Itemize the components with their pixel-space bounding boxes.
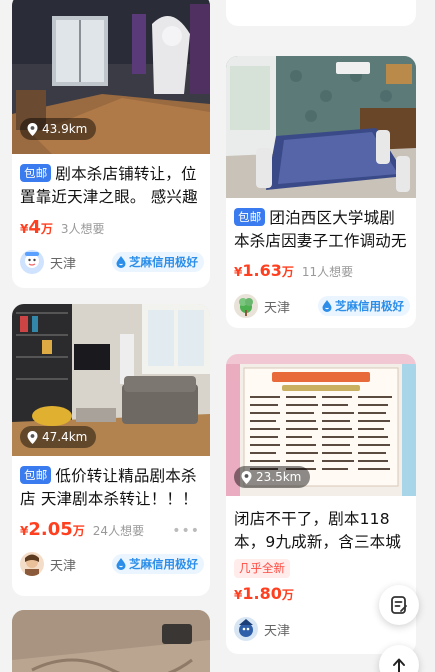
listing-photo: 23.5km xyxy=(226,354,416,496)
listing-card[interactable]: 包邮团泊西区大学城剧本杀店因妻子工作调动无法 ¥1.63万 11人想要 天津 芝… xyxy=(226,56,416,328)
price-unit: 万 xyxy=(281,265,294,279)
avatar[interactable] xyxy=(234,294,258,318)
wants-count: 11人想要 xyxy=(301,265,354,279)
zhima-credit-icon xyxy=(322,300,332,312)
price-unit: 万 xyxy=(72,524,85,538)
distance-text: 47.4km xyxy=(42,430,88,444)
credit-text: 芝麻信用极好 xyxy=(129,255,198,269)
seller-city: 天津 xyxy=(264,623,291,639)
more-options-icon[interactable]: ••• xyxy=(172,523,200,539)
listing-photo: 47.4km xyxy=(12,304,210,456)
zhima-credit-icon xyxy=(116,558,126,570)
listing-title: 包邮 低价转让精品剧本杀店 天津剧本杀转让！！！ xyxy=(12,465,210,511)
feedback-edit-button[interactable] xyxy=(379,585,419,625)
distance-text: 43.9km xyxy=(42,122,88,136)
listing-photo xyxy=(226,56,416,198)
location-pin-icon xyxy=(27,122,38,136)
listing-card[interactable]: 43.9km 包邮 剧本杀店铺转让，位置靠近天津之眼。 感兴趣 ¥4 万 3人想要 … xyxy=(12,0,210,288)
price-value: 1.63 xyxy=(242,261,282,280)
listing-photo xyxy=(12,610,210,672)
price-row: ¥4 万 3人想要 xyxy=(12,217,210,239)
price-row: ¥2.05 万 24人想要 ••• xyxy=(12,519,210,541)
listing-card[interactable] xyxy=(12,610,210,672)
credit-badge: 芝麻信用极好 xyxy=(112,252,204,272)
currency-symbol: ¥ xyxy=(234,588,243,602)
listing-title-text: 闭店不干了，剧本118本，9九成新，含三本城限，含 xyxy=(234,510,402,551)
price-row: ¥1.63 万 11人想要 xyxy=(226,261,416,283)
location-pin-icon xyxy=(27,430,38,444)
wants-count: 24人想要 xyxy=(92,524,145,538)
distance-text: 23.5km xyxy=(256,470,302,484)
listing-card[interactable] xyxy=(226,0,416,26)
location-pin-icon xyxy=(241,470,252,484)
seller-city: 天津 xyxy=(50,256,77,272)
currency-symbol: ¥ xyxy=(20,222,29,236)
price-unit: 万 xyxy=(40,222,53,236)
zhima-credit-icon xyxy=(116,256,126,268)
free-shipping-tag: 包邮 xyxy=(234,208,266,226)
credit-badge: 芝麻信用极好 xyxy=(318,296,410,316)
back-to-top-icon xyxy=(393,658,405,672)
listing-title: 闭店不干了，剧本118本，9九成新，含三本城限，含 xyxy=(226,508,416,554)
listing-card[interactable]: 47.4km 包邮 低价转让精品剧本杀店 天津剧本杀转让！！！ ¥2.05 万 24… xyxy=(12,304,210,596)
avatar[interactable] xyxy=(20,250,44,274)
price-value: 1.80 xyxy=(242,584,282,603)
price-unit: 万 xyxy=(281,588,294,602)
credit-text: 芝麻信用极好 xyxy=(129,557,198,571)
distance-badge: 43.9km xyxy=(20,118,97,140)
free-shipping-tag: 包邮 xyxy=(20,164,52,182)
wants-count: 3人想要 xyxy=(60,222,105,236)
currency-symbol: ¥ xyxy=(20,524,29,538)
distance-badge: 47.4km xyxy=(20,426,97,448)
avatar[interactable] xyxy=(234,617,258,641)
seller-city: 天津 xyxy=(264,300,291,316)
condition-tag: 几乎全新 xyxy=(234,559,290,578)
seller-row[interactable]: 天津 芝麻信用极好 xyxy=(12,551,210,577)
credit-text: 芝麻信用极好 xyxy=(335,299,404,313)
seller-city: 天津 xyxy=(50,558,77,574)
price-value: 4 xyxy=(28,217,41,238)
distance-badge: 23.5km xyxy=(234,466,311,488)
currency-symbol: ¥ xyxy=(234,265,243,279)
price-value: 2.05 xyxy=(28,519,73,540)
avatar[interactable] xyxy=(20,552,44,576)
listing-title: 包邮 剧本杀店铺转让，位置靠近天津之眼。 感兴趣 xyxy=(12,163,210,209)
listing-photo: 43.9km xyxy=(12,0,210,154)
seller-row[interactable]: 天津 芝麻信用极好 xyxy=(12,249,210,275)
listing-title: 包邮团泊西区大学城剧本杀店因妻子工作调动无法 xyxy=(226,207,416,253)
credit-badge: 芝麻信用极好 xyxy=(112,554,204,574)
feedback-edit-icon xyxy=(391,596,407,614)
free-shipping-tag: 包邮 xyxy=(20,466,52,484)
seller-row[interactable]: 天津 芝麻信用极好 xyxy=(226,293,416,319)
